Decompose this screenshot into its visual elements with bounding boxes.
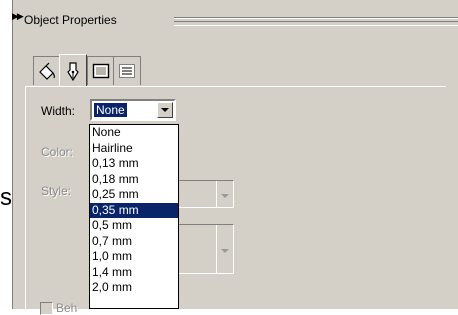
fill-bucket-icon [39,62,55,80]
tab-fill[interactable] [33,56,61,85]
list-item[interactable]: 0,5 mm [90,218,178,234]
list-item[interactable]: None [90,125,178,141]
text-paragraph-icon [119,64,135,78]
list-item-highlighted[interactable]: 0,35 mm [90,202,178,218]
frame-icon [92,63,110,79]
width-selected-value: None [94,103,127,117]
style-combobox[interactable] [178,180,234,208]
chevron-down-icon [221,194,229,198]
arrows-dropdown-button[interactable] [216,225,233,273]
arrows-combobox[interactable] [178,224,234,274]
tab-general[interactable] [87,56,115,85]
list-item[interactable]: 0,18 mm [90,172,178,188]
collapse-arrows-icon[interactable]: ▶▶ [12,11,24,22]
width-label: Width: [41,104,76,118]
list-item[interactable]: 0,7 mm [90,234,178,250]
width-dropdown-list[interactable]: None Hairline 0,13 mm 0,18 mm 0,25 mm 0,… [89,124,179,309]
tab-paragraph[interactable] [113,56,141,85]
pen-nib-icon [67,61,79,81]
titlebar-grip[interactable] [174,17,458,26]
width-combobox[interactable]: None [90,99,176,121]
list-item[interactable]: 1,0 mm [90,249,178,265]
list-item[interactable]: 0,13 mm [90,156,178,172]
width-dropdown-button[interactable] [157,102,173,118]
stray-text-fragment: s [0,184,12,211]
style-dropdown-button[interactable] [216,181,233,207]
list-item[interactable]: Hairline [90,141,178,157]
style-label: Style: [41,184,72,198]
panel-titlebar[interactable]: ▶▶ Object Properties [12,8,458,30]
behind-fill-label: Beh [56,301,78,315]
list-item[interactable]: 2,0 mm [90,280,178,296]
chevron-down-icon [221,249,229,253]
panel-title: Object Properties [24,13,117,27]
chevron-down-icon [161,108,169,112]
list-item[interactable]: 1,4 mm [90,265,178,281]
list-item[interactable]: 0,25 mm [90,187,178,203]
color-label: Color: [41,145,74,159]
tab-outline[interactable] [59,54,87,86]
